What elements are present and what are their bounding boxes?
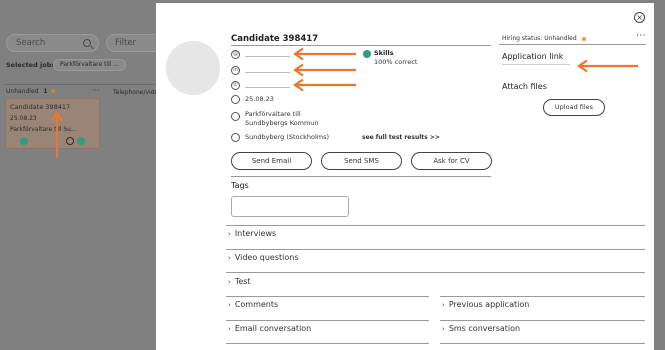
skills-status-dot xyxy=(363,50,371,58)
email-value-line xyxy=(245,56,290,57)
column-status-dot xyxy=(51,89,56,93)
card-date: 25.08.23 xyxy=(10,115,37,122)
close-icon[interactable]: × xyxy=(634,12,645,23)
annotation-arrow-linkedin xyxy=(293,63,356,77)
section-video-questions[interactable]: › Video questions xyxy=(228,253,299,262)
section-sms-conversation[interactable]: › Sms conversation xyxy=(442,324,520,333)
selected-job-chip[interactable]: Parkförvaltare till ... xyxy=(53,59,127,71)
section-email-conversation[interactable]: › Email conversation xyxy=(228,324,311,333)
see-full-test-results-link[interactable]: see full test results >> xyxy=(362,134,440,141)
section-comments[interactable]: › Comments xyxy=(228,300,278,309)
phone-value-line xyxy=(245,87,290,88)
more-options-button[interactable]: ··· xyxy=(636,31,646,41)
section-interviews[interactable]: › Interviews xyxy=(228,229,276,238)
board-divider xyxy=(4,84,156,85)
job-icon xyxy=(231,112,240,121)
section-comments-label: Comments xyxy=(234,300,279,309)
board-filter-placeholder: Filter xyxy=(115,38,137,48)
send-email-button[interactable]: Send Email xyxy=(231,152,312,170)
section-divider xyxy=(226,225,645,226)
hiring-status-label: Hiring status: xyxy=(502,35,543,42)
annotation-arrow-application-link xyxy=(577,59,638,73)
application-link-line xyxy=(502,64,570,65)
email-icon: @ xyxy=(231,50,240,59)
title-divider xyxy=(231,45,491,46)
chevron-right-icon: › xyxy=(228,230,231,238)
column-unhandled-label: Unhandled xyxy=(6,88,39,95)
section-email-conversation-label: Email conversation xyxy=(234,324,312,333)
chevron-right-icon: › xyxy=(228,278,231,286)
section-test[interactable]: › Test xyxy=(228,277,251,286)
linkedin-value-line xyxy=(245,72,290,73)
hiring-status-dot xyxy=(581,36,586,41)
attach-files-label: Attach files xyxy=(502,82,547,91)
column-unhandled-header: Unhandled 1 xyxy=(6,88,56,95)
hiring-status[interactable]: Hiring status: Unhandled xyxy=(502,35,586,42)
column-more-button[interactable]: ··· xyxy=(92,86,100,95)
skills-result: 100% correct xyxy=(374,58,418,66)
column-next-label: Telephone/vide xyxy=(113,89,159,96)
phone-icon: ✆ xyxy=(231,81,240,90)
selected-jobs-label: Selected jobs: xyxy=(6,61,58,69)
board-search-input[interactable]: Search xyxy=(6,34,99,52)
section-divider xyxy=(226,343,429,344)
section-sms-conversation-label: Sms conversation xyxy=(448,324,521,333)
section-previous-application-label: Previous application xyxy=(448,300,530,309)
chevron-right-icon: › xyxy=(228,301,231,309)
upload-files-button[interactable]: Upload files xyxy=(543,99,605,116)
section-divider xyxy=(440,296,645,297)
candidate-title: Candidate 398417 xyxy=(231,34,319,44)
chevron-right-icon: › xyxy=(228,325,231,333)
section-divider xyxy=(226,296,429,297)
tags-input[interactable] xyxy=(231,196,349,217)
hiring-status-value: Unhandled xyxy=(544,35,577,42)
section-interviews-label: Interviews xyxy=(234,229,277,238)
actions-divider xyxy=(231,176,491,177)
card-skill-dot xyxy=(20,137,28,145)
section-divider xyxy=(440,320,645,321)
avatar xyxy=(166,41,220,95)
column-unhandled-count: 1 xyxy=(43,88,48,95)
hiring-divider xyxy=(499,44,646,45)
candidate-modal: × Candidate 398417 @ in ✆ 25.08.23 Parkf… xyxy=(156,3,654,350)
annotation-arrow-card xyxy=(51,110,63,158)
section-test-label: Test xyxy=(234,277,251,286)
section-divider xyxy=(226,249,645,250)
skills-title: Skills xyxy=(374,49,394,57)
card-status-icon xyxy=(77,137,85,145)
section-divider xyxy=(440,343,645,344)
search-icon xyxy=(83,39,91,47)
annotation-arrow-email xyxy=(293,47,356,61)
chevron-right-icon: › xyxy=(442,301,445,309)
section-divider xyxy=(226,320,429,321)
chevron-right-icon: › xyxy=(442,325,445,333)
candidate-location: Sundbyberg (Stockholms) xyxy=(245,133,330,141)
location-icon xyxy=(231,133,240,142)
annotation-arrow-phone xyxy=(293,78,356,92)
clock-icon xyxy=(231,95,240,104)
section-video-questions-label: Video questions xyxy=(234,253,299,262)
card-action-icon[interactable] xyxy=(66,137,74,145)
send-sms-button[interactable]: Send SMS xyxy=(321,152,402,170)
card-job: Parkförvaltare till Su... xyxy=(10,126,77,133)
linkedin-icon[interactable]: in xyxy=(231,66,240,75)
tags-label: Tags xyxy=(231,181,249,190)
chevron-right-icon: › xyxy=(228,254,231,262)
candidate-date: 25.08.23 xyxy=(245,95,274,103)
section-divider xyxy=(226,272,645,273)
candidate-job: Parkförvaltare till Sundbybergs Kommun xyxy=(245,110,319,127)
ask-for-cv-button[interactable]: Ask for CV xyxy=(411,152,492,170)
board-search-placeholder: Search xyxy=(16,38,46,48)
section-previous-application[interactable]: › Previous application xyxy=(442,300,529,309)
application-link-label: Application link xyxy=(502,52,564,61)
